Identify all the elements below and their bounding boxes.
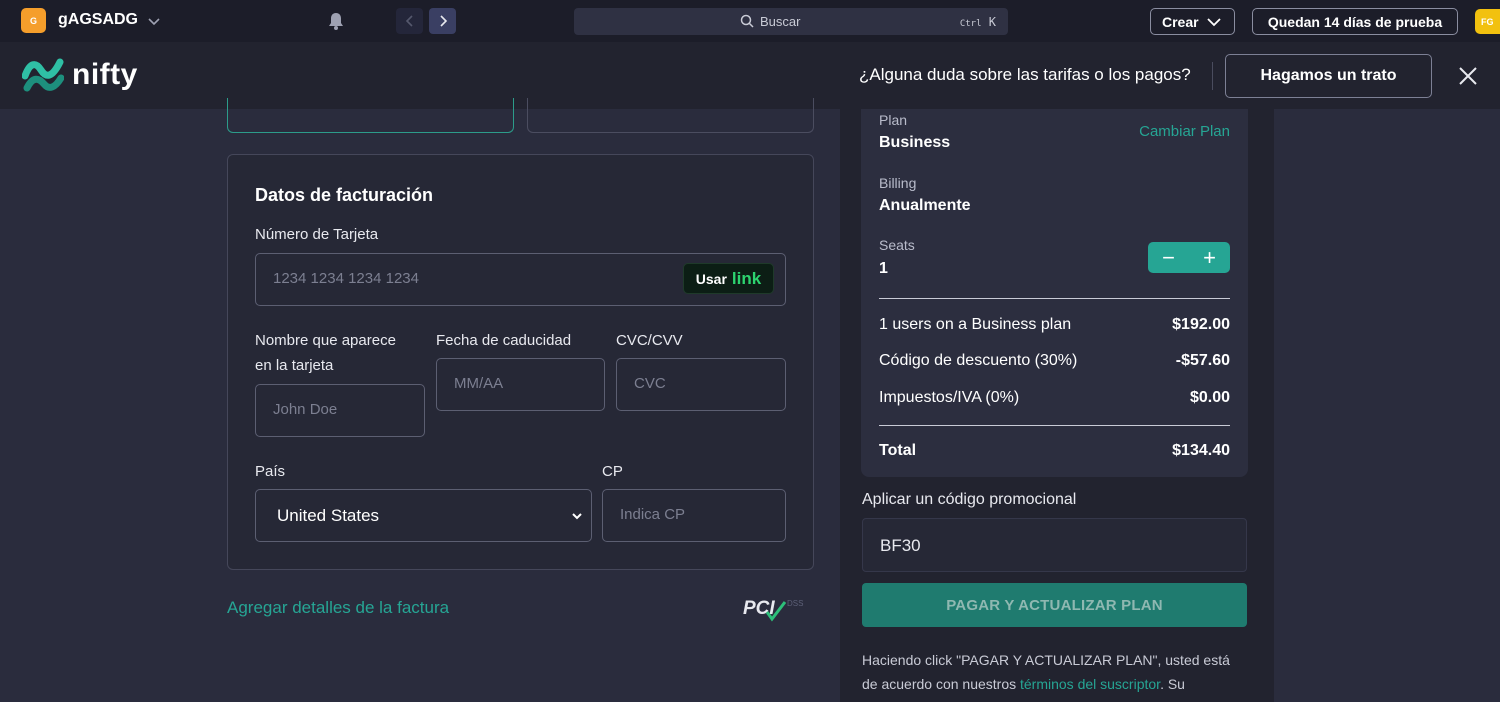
divider: [879, 425, 1230, 426]
pci-dss-badge: PCI DSS: [743, 598, 803, 622]
back-button[interactable]: [396, 8, 423, 34]
cvc-placeholder: CVC: [634, 375, 666, 392]
add-invoice-details-link[interactable]: Agregar detalles de la factura: [227, 598, 449, 618]
link-wordmark: link: [731, 268, 762, 288]
use-link-button[interactable]: Usar link: [683, 263, 774, 294]
chevron-left-icon: [405, 15, 413, 27]
search-bar[interactable]: Buscar Ctrl K: [574, 8, 1008, 35]
shortcut-key: K: [988, 15, 996, 29]
card-number-field[interactable]: 1234 1234 1234 1234 Usar link: [255, 253, 786, 306]
subscriber-terms-link[interactable]: términos del suscriptor: [1020, 676, 1160, 692]
trial-days-button[interactable]: Quedan 14 días de prueba: [1252, 8, 1458, 35]
plan-summary-card: Plan Business Cambiar Plan Billing Anual…: [861, 109, 1248, 477]
decrease-seats-button[interactable]: −: [1148, 242, 1189, 273]
country-select[interactable]: United States: [255, 489, 592, 542]
total-value: $134.40: [1172, 442, 1230, 459]
shortcut-modifier: Ctrl: [959, 19, 982, 29]
terms-text: Haciendo click "PAGAR Y ACTUALIZAR PLAN"…: [862, 648, 1242, 696]
discount-label: Código de descuento (30%): [879, 352, 1078, 369]
avatar[interactable]: FG: [1475, 9, 1500, 34]
country-value: United States: [277, 506, 380, 525]
cardholder-name-field[interactable]: John Doe: [255, 384, 425, 437]
promo-code-label: Aplicar un código promocional: [862, 491, 1077, 508]
close-icon[interactable]: [1458, 66, 1478, 86]
payment-method-card-selected[interactable]: [227, 98, 514, 133]
zip-field[interactable]: Indica CP: [602, 489, 786, 542]
plan-value: Business: [879, 134, 951, 151]
line-item-value: $192.00: [1172, 316, 1230, 333]
increase-seats-button[interactable]: +: [1189, 242, 1230, 273]
terms-line2-prefix: de acuerdo con nuestros: [862, 676, 1020, 692]
promo-code-value: BF30: [880, 536, 921, 555]
cardholder-name-placeholder: John Doe: [273, 401, 338, 418]
country-label: País: [255, 463, 286, 480]
billing-details-card: Datos de facturación Número de Tarjeta 1…: [227, 154, 814, 570]
expiry-field[interactable]: MM/AA: [436, 358, 605, 411]
search-placeholder: Buscar: [760, 14, 801, 29]
forward-button[interactable]: [429, 8, 456, 34]
make-a-deal-button[interactable]: Hagamos un trato: [1225, 54, 1432, 98]
brand-name: nifty: [72, 58, 138, 91]
total-label: Total: [879, 442, 917, 459]
nifty-logo-icon: [22, 58, 64, 92]
expiry-label: Fecha de caducidad: [436, 332, 572, 349]
workspace-logo[interactable]: G: [21, 8, 46, 33]
plan-label: Plan: [879, 112, 908, 128]
dss-text: DSS: [787, 599, 803, 608]
zip-label: CP: [602, 463, 623, 480]
expiry-placeholder: MM/AA: [454, 375, 504, 392]
search-icon: [740, 14, 754, 28]
cardholder-name-label: Nombre que aparece en la tarjeta: [255, 328, 396, 378]
divider: [1212, 62, 1213, 90]
cardholder-name-label-line2: en la tarjeta: [255, 357, 334, 374]
terms-line2-suffix: . Su: [1160, 676, 1185, 692]
chevron-right-icon: [439, 15, 447, 27]
seats-value: 1: [879, 260, 888, 277]
billing-period-label: Billing: [879, 175, 917, 191]
card-number-placeholder: 1234 1234 1234 1234: [273, 270, 419, 287]
brand-logo: nifty: [22, 56, 138, 94]
create-button-label: Crear: [1162, 13, 1199, 30]
chevron-down-icon[interactable]: [146, 13, 162, 29]
use-link-label: Usar: [695, 270, 727, 287]
change-plan-link[interactable]: Cambiar Plan: [1139, 123, 1230, 140]
pay-and-upgrade-button[interactable]: PAGAR Y ACTUALIZAR PLAN: [862, 583, 1247, 627]
search-shortcut: Ctrl K: [960, 15, 996, 29]
tax-value: $0.00: [1189, 389, 1230, 406]
divider: [879, 298, 1230, 299]
cvc-label: CVC/CVV: [616, 332, 683, 349]
seats-stepper[interactable]: − +: [1148, 242, 1230, 273]
promo-code-input[interactable]: BF30: [862, 518, 1247, 572]
chevron-down-icon: [1206, 17, 1221, 26]
cardholder-name-label-line1: Nombre que aparece: [255, 332, 396, 349]
workspace-name[interactable]: gAGSADG: [58, 11, 138, 29]
chevron-down-icon: [572, 513, 582, 520]
seats-label: Seats: [879, 237, 915, 253]
billing-title: Datos de facturación: [255, 185, 434, 205]
terms-line1: Haciendo click "PAGAR Y ACTUALIZAR PLAN"…: [862, 652, 1230, 668]
tax-label: Impuestos/IVA (0%): [879, 389, 1020, 406]
payment-method-card[interactable]: [527, 98, 814, 133]
billing-period-value: Anualmente: [879, 197, 971, 214]
line-item-label: 1 users on a Business plan: [879, 316, 1072, 333]
discount-value: -$57.60: [1175, 352, 1230, 369]
create-button[interactable]: Crear: [1150, 8, 1235, 35]
card-number-label: Número de Tarjeta: [255, 226, 379, 243]
top-bar: G gAGSADG Buscar Ctrl K Crear Quedan 14 …: [0, 0, 1500, 42]
cvc-field[interactable]: CVC: [616, 358, 786, 411]
zip-placeholder: Indica CP: [620, 506, 686, 523]
bell-icon[interactable]: [326, 11, 346, 31]
pricing-question: ¿Alguna duda sobre las tarifas o los pag…: [859, 65, 1191, 84]
